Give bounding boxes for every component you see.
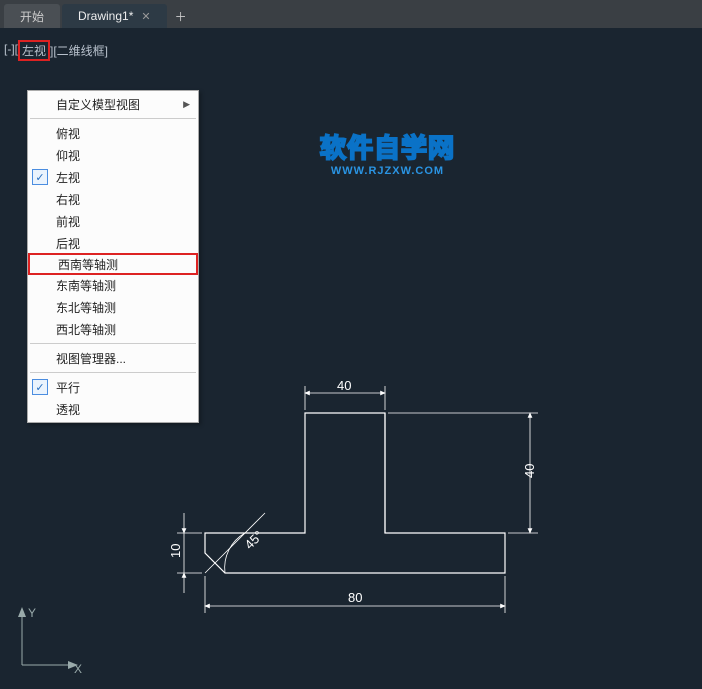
vp-view-highlight: 左视	[18, 40, 50, 61]
ucs-icon: Y X	[14, 603, 84, 673]
view-context-menu: 自定义模型视图 俯视 仰视 ✓ 左视 右视 前视 后视 西南等轴测 东南等轴测 …	[27, 90, 199, 423]
drawing-canvas[interactable]: [-][ 左视 ][二维线框] 自定义模型视图 俯视 仰视 ✓ 左视 右视 前视…	[0, 28, 702, 689]
menu-back-view[interactable]: 后视	[28, 232, 198, 254]
vp-suffix: ][二维线框]	[50, 42, 108, 63]
tab-start-label: 开始	[20, 8, 44, 25]
tab-bar: 开始 Drawing1* ✕ ＋	[0, 0, 702, 28]
menu-front-view[interactable]: 前视	[28, 210, 198, 232]
menu-top-view[interactable]: 俯视	[28, 122, 198, 144]
menu-se-isometric[interactable]: 东南等轴测	[28, 274, 198, 296]
ucs-y-label: Y	[28, 606, 36, 620]
menu-custom-model-view[interactable]: 自定义模型视图	[28, 93, 198, 115]
menu-left-view[interactable]: ✓ 左视	[28, 166, 198, 188]
check-icon: ✓	[32, 169, 48, 185]
dim-right: 40	[522, 464, 537, 478]
menu-separator	[30, 118, 196, 119]
tab-start[interactable]: 开始	[4, 4, 60, 28]
close-icon[interactable]: ✕	[141, 10, 150, 23]
watermark: 软件自学网 WWW.RJZXW.COM	[320, 128, 455, 177]
menu-ne-isometric[interactable]: 东北等轴测	[28, 296, 198, 318]
menu-nw-isometric[interactable]: 西北等轴测	[28, 318, 198, 340]
watermark-url: WWW.RJZXW.COM	[320, 165, 455, 177]
check-icon: ✓	[32, 379, 48, 395]
viewport-label[interactable]: [-][ 左视 ][二维线框]	[4, 42, 108, 63]
dim-angle: 45°	[242, 528, 267, 553]
vp-view: 左视	[22, 44, 46, 58]
menu-separator	[30, 343, 196, 344]
ucs-x-label: X	[74, 662, 82, 673]
vp-prefix: [-][	[4, 42, 18, 63]
tab-drawing-label: Drawing1*	[78, 9, 133, 23]
watermark-title: 软件自学网	[320, 128, 455, 165]
dim-top: 40	[337, 378, 351, 393]
menu-separator	[30, 372, 196, 373]
menu-bottom-view[interactable]: 仰视	[28, 144, 198, 166]
menu-view-manager[interactable]: 视图管理器...	[28, 347, 198, 369]
new-tab-button[interactable]: ＋	[169, 4, 193, 28]
dim-bottom: 80	[348, 590, 362, 605]
tab-drawing[interactable]: Drawing1* ✕	[62, 4, 167, 28]
menu-sw-isometric[interactable]: 西南等轴测	[28, 253, 198, 275]
technical-drawing: 45° 40 40 10 80	[170, 378, 590, 658]
dim-left: 10	[170, 544, 183, 558]
menu-right-view[interactable]: 右视	[28, 188, 198, 210]
